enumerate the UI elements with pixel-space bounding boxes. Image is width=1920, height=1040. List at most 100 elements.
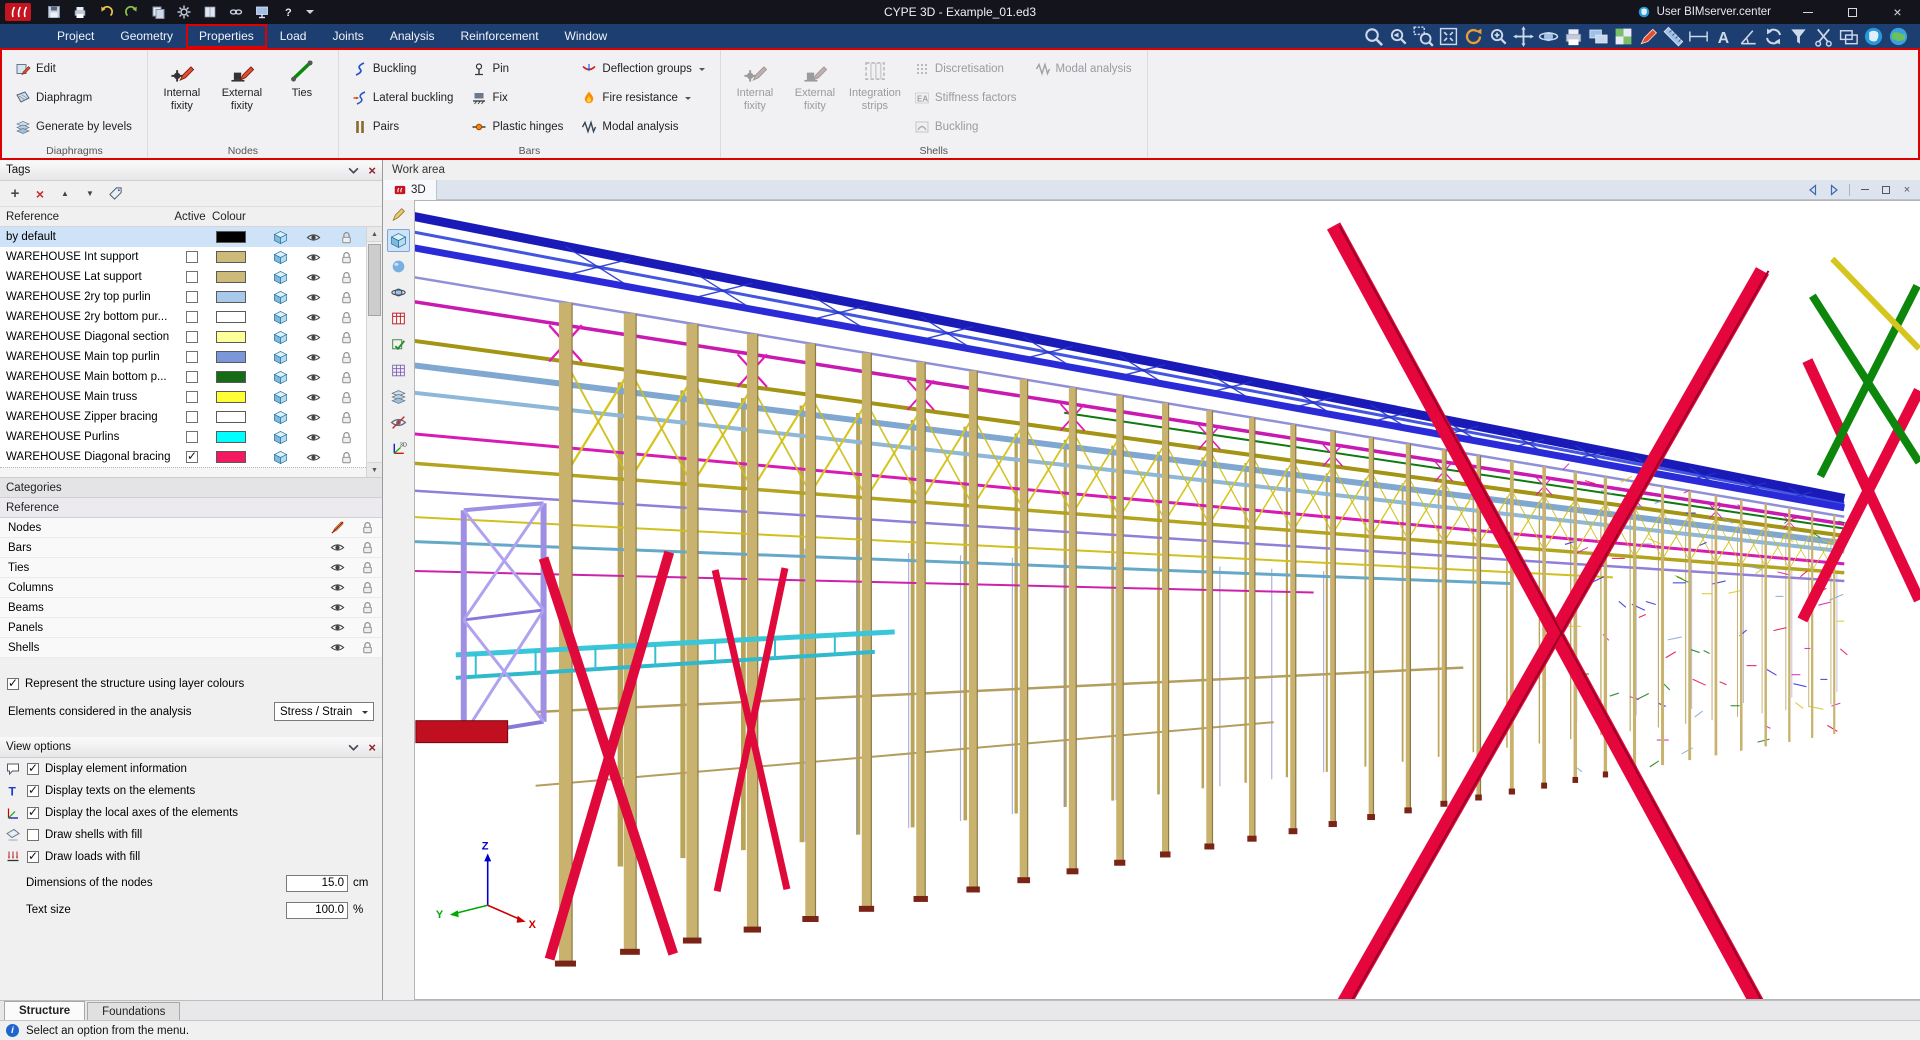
- render-tool[interactable]: [387, 255, 410, 278]
- tag-lock-toggle[interactable]: [330, 350, 363, 365]
- tag-row[interactable]: by default: [0, 227, 366, 247]
- tag-active-checkbox[interactable]: [186, 391, 198, 403]
- menu-analysis[interactable]: Analysis: [377, 24, 448, 48]
- scrollbar-thumb[interactable]: [368, 244, 381, 316]
- minimize-button[interactable]: [1785, 0, 1830, 24]
- ribbon-diaphragm-button[interactable]: Diaphragm: [10, 85, 137, 110]
- tag-lock-toggle[interactable]: [330, 450, 363, 465]
- category-visibility-toggle[interactable]: [322, 520, 352, 535]
- text-size-input[interactable]: [286, 902, 348, 919]
- search-icon[interactable]: [1362, 26, 1385, 46]
- next-view-button[interactable]: [1825, 182, 1843, 198]
- print-button[interactable]: [69, 2, 91, 22]
- menu-window[interactable]: Window: [552, 24, 621, 48]
- menu-properties[interactable]: Properties: [186, 24, 267, 48]
- ribbon-ties-button[interactable]: Ties: [276, 53, 328, 142]
- tag-lock-toggle[interactable]: [330, 270, 363, 285]
- tag-row[interactable]: WAREHOUSE Diagonal section: [0, 327, 366, 347]
- check-tool[interactable]: [387, 333, 410, 356]
- web-globe-icon[interactable]: [1887, 26, 1910, 46]
- tag-row[interactable]: WAREHOUSE 2ry bottom pur...: [0, 307, 366, 327]
- ribbon-internal-fixity-button[interactable]: Internal fixity: [156, 53, 208, 142]
- tag-active-checkbox[interactable]: [186, 451, 198, 463]
- tag-active-checkbox[interactable]: [186, 271, 198, 283]
- add-tag-button[interactable]: +: [8, 185, 22, 202]
- tag-row[interactable]: WAREHOUSE Purlins: [0, 427, 366, 447]
- tag-3d-toggle[interactable]: [264, 290, 297, 305]
- screen-button[interactable]: [251, 2, 273, 22]
- pan-icon[interactable]: [1512, 26, 1535, 46]
- tag-visibility-toggle[interactable]: [297, 250, 330, 265]
- ribbon-pin-button[interactable]: Pin: [466, 56, 568, 81]
- tag-visibility-toggle[interactable]: [297, 330, 330, 345]
- texture-icon[interactable]: [1612, 26, 1635, 46]
- scroll-up-button[interactable]: ▲: [367, 227, 382, 242]
- tag-visibility-toggle[interactable]: [297, 370, 330, 385]
- tag-3d-toggle[interactable]: [264, 270, 297, 285]
- resources-button[interactable]: [199, 2, 221, 22]
- category-lock-toggle[interactable]: [352, 560, 382, 575]
- zoom-extents-icon[interactable]: [1437, 26, 1460, 46]
- ribbon-fix-button[interactable]: Fix: [466, 85, 568, 110]
- tag-3d-toggle[interactable]: [264, 330, 297, 345]
- ruler-icon[interactable]: [1662, 26, 1685, 46]
- cut-icon[interactable]: [1812, 26, 1835, 46]
- view-3d-tool[interactable]: [387, 229, 410, 252]
- tag-lock-toggle[interactable]: [330, 370, 363, 385]
- link-button[interactable]: [225, 2, 247, 22]
- tag-3d-toggle[interactable]: [264, 410, 297, 425]
- tag-active-checkbox[interactable]: [186, 291, 198, 303]
- edit-tags-button[interactable]: [108, 186, 123, 201]
- category-lock-toggle[interactable]: [352, 580, 382, 595]
- tag-visibility-toggle[interactable]: [297, 350, 330, 365]
- menu-project[interactable]: Project: [44, 24, 107, 48]
- tag-3d-toggle[interactable]: [264, 230, 297, 245]
- category-lock-toggle[interactable]: [352, 620, 382, 635]
- bim-globe-icon[interactable]: [1862, 26, 1885, 46]
- tag-visibility-toggle[interactable]: [297, 450, 330, 465]
- tag-colour-swatch[interactable]: [216, 431, 246, 443]
- tag-visibility-toggle[interactable]: [297, 290, 330, 305]
- tag-lock-toggle[interactable]: [330, 290, 363, 305]
- category-visibility-toggle[interactable]: [322, 540, 352, 555]
- windows-icon[interactable]: [1837, 26, 1860, 46]
- category-lock-toggle[interactable]: [352, 640, 382, 655]
- ribbon-buckling-button[interactable]: Buckling: [347, 56, 459, 81]
- category-row-nodes[interactable]: Nodes: [0, 518, 382, 538]
- tag-3d-toggle[interactable]: [264, 430, 297, 445]
- tag-3d-toggle[interactable]: [264, 310, 297, 325]
- category-visibility-toggle[interactable]: [322, 560, 352, 575]
- tag-visibility-toggle[interactable]: [297, 390, 330, 405]
- tag-visibility-toggle[interactable]: [297, 310, 330, 325]
- tag-row[interactable]: WAREHOUSE 2ry top purlin: [0, 287, 366, 307]
- tag-row[interactable]: WAREHOUSE Lat support: [0, 267, 366, 287]
- tag-visibility-toggle[interactable]: [297, 270, 330, 285]
- zoom-previous-icon[interactable]: [1387, 26, 1410, 46]
- tag-colour-swatch[interactable]: [216, 251, 246, 263]
- tag-row[interactable]: WAREHOUSE Main bottom p...: [0, 367, 366, 387]
- ribbon-external-fixity-button[interactable]: External fixity: [216, 53, 268, 142]
- tag-lock-toggle[interactable]: [330, 410, 363, 425]
- elements-analysis-select[interactable]: Stress / Strain: [274, 702, 374, 721]
- tag-active-checkbox[interactable]: [186, 311, 198, 323]
- category-row-ties[interactable]: Ties: [0, 558, 382, 578]
- tag-visibility-toggle[interactable]: [297, 230, 330, 245]
- tag-colour-swatch[interactable]: [216, 411, 246, 423]
- undo-button[interactable]: [95, 2, 117, 22]
- help-button[interactable]: ?: [277, 2, 299, 22]
- collapse-panel-icon[interactable]: [348, 744, 359, 751]
- screens-icon[interactable]: [1587, 26, 1610, 46]
- collapse-panel-icon[interactable]: [348, 167, 359, 174]
- tag-3d-toggle[interactable]: [264, 370, 297, 385]
- menu-load[interactable]: Load: [267, 24, 320, 48]
- menu-reinforcement[interactable]: Reinforcement: [448, 24, 552, 48]
- ribbon-fire-resistance-button[interactable]: Fire resistance: [576, 85, 710, 110]
- redraw-icon[interactable]: [1462, 26, 1485, 46]
- menu-geometry[interactable]: Geometry: [107, 24, 186, 48]
- tag-lock-toggle[interactable]: [330, 430, 363, 445]
- tab-3d[interactable]: 3D: [384, 180, 437, 200]
- category-lock-toggle[interactable]: [352, 600, 382, 615]
- tag-row[interactable]: WAREHOUSE Zipper bracing: [0, 407, 366, 427]
- filter-icon[interactable]: [1787, 26, 1810, 46]
- tab-foundations[interactable]: Foundations: [87, 1002, 180, 1020]
